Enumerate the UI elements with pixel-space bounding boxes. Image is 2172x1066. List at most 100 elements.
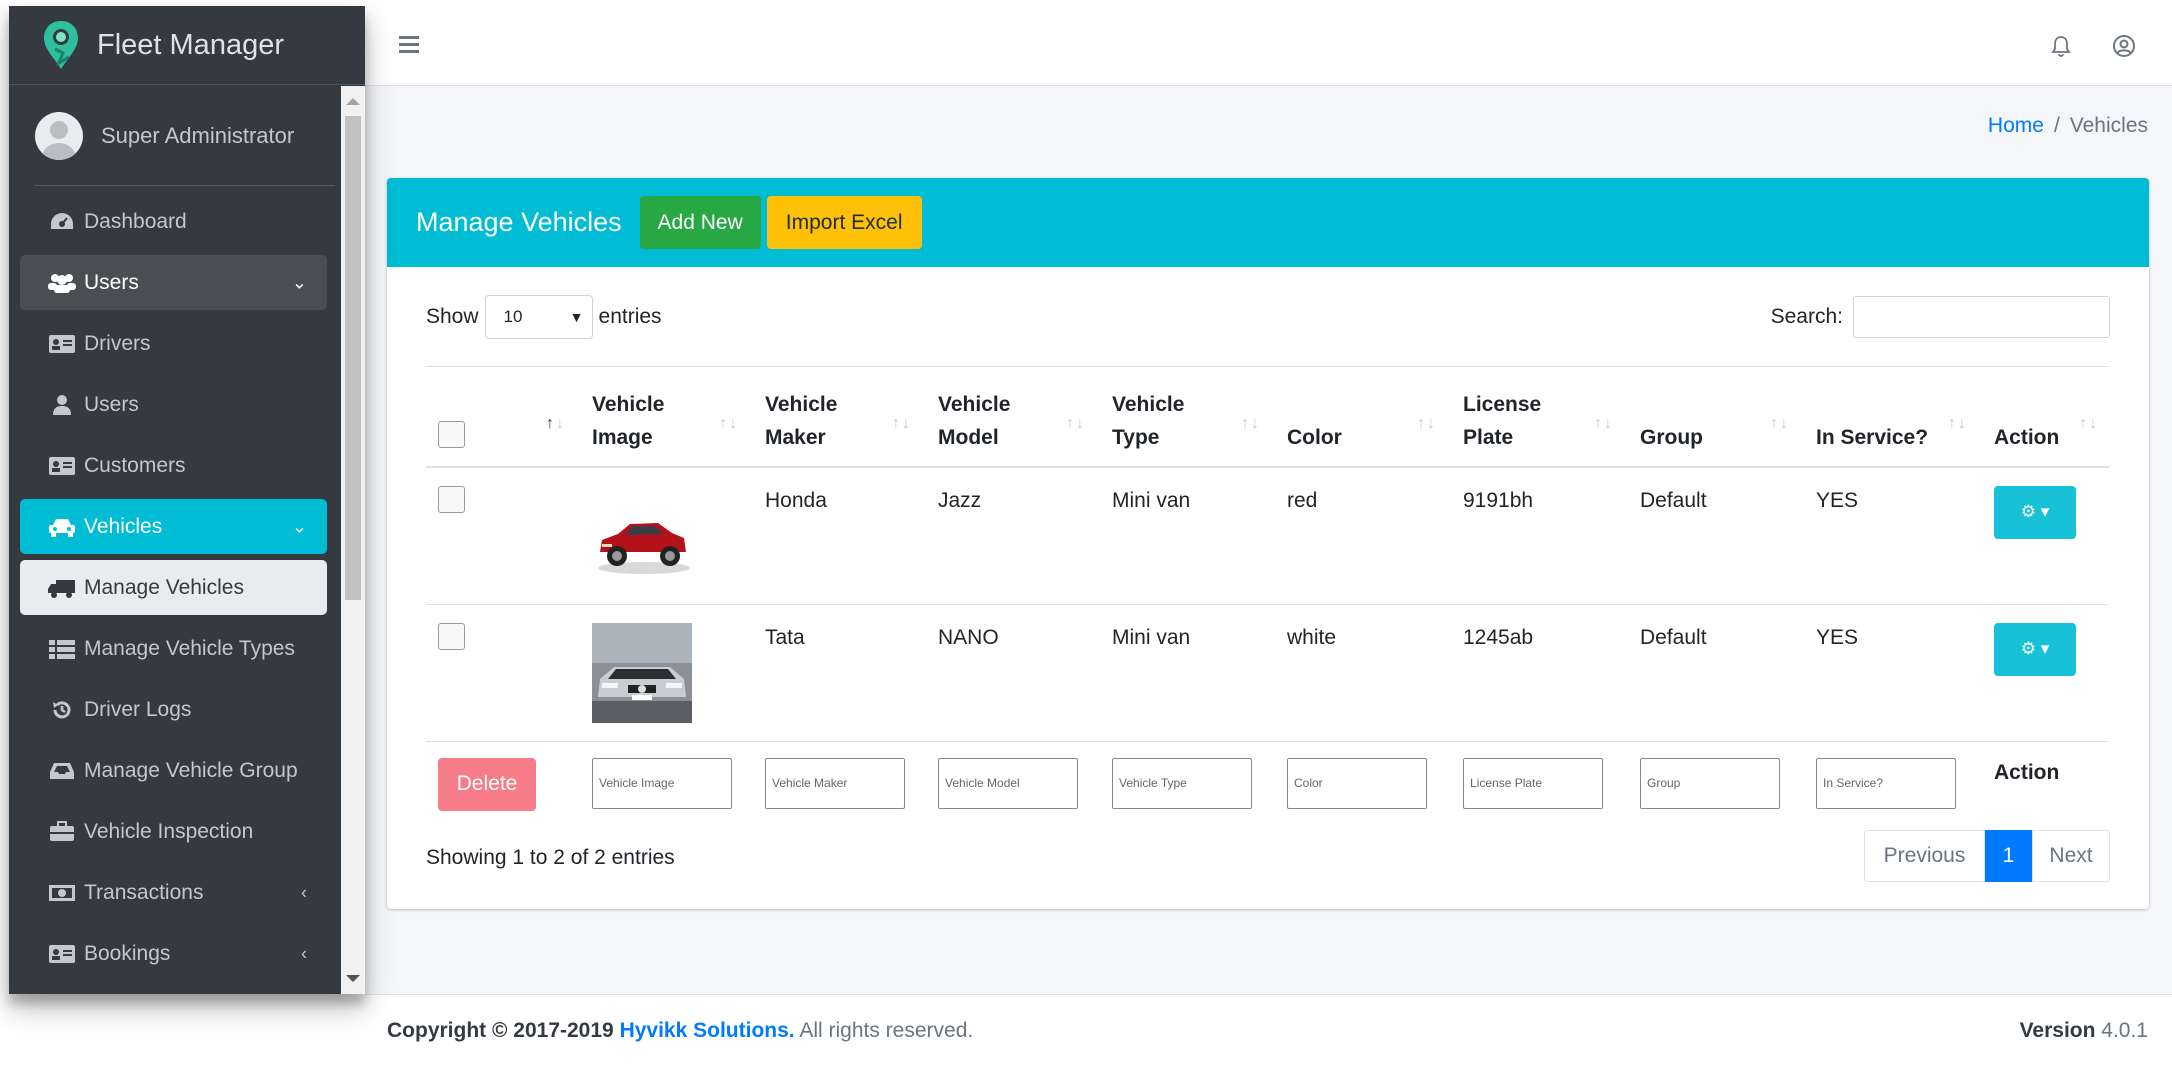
chevron-left-icon: ‹ xyxy=(301,882,307,902)
breadcrumb-home-link[interactable]: Home xyxy=(1988,114,2044,137)
column-header-group[interactable]: Group ↑↓ xyxy=(1628,366,1804,468)
row-select-cell xyxy=(426,466,580,604)
sort-icon[interactable]: ↑↓ xyxy=(1948,407,1968,440)
row-action-button[interactable]: ⚙ ▾ xyxy=(1994,622,2076,676)
sidebar-item-users-group[interactable]: Users ⌄ xyxy=(20,255,327,310)
scrollbar-thumb[interactable] xyxy=(345,116,361,600)
sidebar: Fleet Manager Super Administrator Dashbo… xyxy=(9,6,365,994)
filter-license-plate-input[interactable]: License Plate xyxy=(1463,757,1603,809)
filter-in-service-input[interactable]: In Service? xyxy=(1816,757,1956,809)
filter-vehicle-type-input[interactable]: Vehicle Type xyxy=(1112,757,1252,809)
user-circle-icon[interactable] xyxy=(2112,34,2136,58)
sidebar-item-label: Users xyxy=(84,270,139,294)
select-all-checkbox[interactable] xyxy=(438,420,465,448)
add-new-button[interactable]: Add New xyxy=(639,196,761,249)
sidebar-item-vehicles[interactable]: Vehicles ⌄ xyxy=(20,499,327,554)
sidebar-item-driver-logs[interactable]: Driver Logs xyxy=(20,682,327,737)
sidebar-item-label: Vehicle Inspection xyxy=(84,819,254,843)
money-icon xyxy=(46,881,78,905)
chevron-down-icon: ⌄ xyxy=(291,516,307,536)
sidebar-item-drivers[interactable]: Drivers xyxy=(20,316,327,371)
company-link[interactable]: Hyvikk Solutions. xyxy=(620,1019,795,1042)
column-header-license-plate[interactable]: License Plate ↑↓ xyxy=(1451,366,1628,468)
table-row: Honda Jazz Mini van red 9191bh Default Y… xyxy=(426,466,2109,604)
sort-icon[interactable]: ↑↓ xyxy=(1417,407,1437,440)
column-header-vehicle-maker[interactable]: Vehicle Maker ↑↓ xyxy=(753,366,926,468)
sidebar-item-users[interactable]: Users xyxy=(20,377,327,432)
column-header-vehicle-type[interactable]: Vehicle Type ↑↓ xyxy=(1100,366,1275,468)
sort-icon[interactable]: ↑↓ xyxy=(892,407,912,440)
sort-icon[interactable]: ↑↓ xyxy=(1241,407,1261,440)
version-number: 4.0.1 xyxy=(2101,1019,2148,1042)
sort-icon[interactable]: ↑↓ xyxy=(1594,407,1614,440)
entries-select[interactable]: 10 ▼ xyxy=(484,295,593,339)
list-icon xyxy=(46,637,78,661)
briefcase-icon xyxy=(46,820,78,844)
footer: Copyright © 2017-2019 Hyvikk Solutions. … xyxy=(365,994,2172,1066)
pagination: Previous 1 Next xyxy=(1864,830,2110,882)
sidebar-item-customers[interactable]: Customers xyxy=(20,438,327,493)
in-service-cell: YES xyxy=(1804,466,1982,604)
filter-vehicle-image-input[interactable]: Vehicle Image xyxy=(592,757,732,809)
bell-icon[interactable] xyxy=(2050,34,2072,58)
sidebar-item-bookings[interactable]: Bookings ‹ xyxy=(20,926,327,981)
vehicles-card: Manage Vehicles Add New Import Excel Sho… xyxy=(387,178,2149,909)
filter-vehicle-maker-input[interactable]: Vehicle Maker xyxy=(765,757,905,809)
scroll-up-icon[interactable] xyxy=(346,98,360,105)
filter-cell: Vehicle Maker xyxy=(753,740,926,851)
sidebar-item-manage-vehicle-types[interactable]: Manage Vehicle Types xyxy=(20,621,327,676)
sort-icon[interactable]: ↑↓ xyxy=(1066,407,1086,440)
column-header-color[interactable]: Color ↑↓ xyxy=(1275,366,1451,468)
scroll-down-icon[interactable] xyxy=(346,975,360,982)
chevron-left-icon: ‹ xyxy=(301,943,307,963)
sidebar-item-transactions[interactable]: Transactions ‹ xyxy=(20,865,327,920)
vehicle-type-cell: Mini van xyxy=(1100,603,1275,741)
sidebar-scrollbar[interactable] xyxy=(341,86,365,994)
filter-cell: Vehicle Image xyxy=(580,740,753,851)
select-all-header[interactable]: ↑↓ xyxy=(426,366,580,468)
action-cell: ⚙ ▾ xyxy=(1982,466,2109,604)
page-1-button[interactable]: 1 xyxy=(1985,830,2032,882)
row-checkbox[interactable] xyxy=(438,485,465,513)
row-action-button[interactable]: ⚙ ▾ xyxy=(1994,485,2076,539)
user-panel[interactable]: Super Administrator xyxy=(35,86,335,186)
filter-group-input[interactable]: Group xyxy=(1640,757,1780,809)
row-checkbox[interactable] xyxy=(438,622,465,650)
sidebar-item-manage-vehicle-group[interactable]: Manage Vehicle Group xyxy=(20,743,327,798)
license-plate-cell: 9191bh xyxy=(1451,466,1628,604)
sort-icon[interactable]: ↑↓ xyxy=(1770,407,1790,440)
caret-down-icon: ▾ xyxy=(2040,502,2050,521)
sidebar-item-label: Driver Logs xyxy=(84,697,192,721)
column-header-vehicle-model[interactable]: Vehicle Model ↑↓ xyxy=(926,366,1100,468)
sidebar-item-label: Manage Vehicles xyxy=(84,575,244,599)
caret-down-icon: ▾ xyxy=(2040,639,2050,658)
vehicle-type-cell: Mini van xyxy=(1100,466,1275,604)
breadcrumb: Home / Vehicles xyxy=(1988,114,2148,138)
import-excel-button[interactable]: Import Excel xyxy=(766,196,922,249)
filter-vehicle-model-input[interactable]: Vehicle Model xyxy=(938,757,1078,809)
column-header-action[interactable]: Action ↑↓ xyxy=(1982,366,2109,468)
red-car-image xyxy=(592,485,692,586)
menu-toggle-icon[interactable] xyxy=(399,36,419,54)
card-title: Manage Vehicles xyxy=(416,207,622,237)
search-input[interactable] xyxy=(1853,296,2110,338)
next-page-button[interactable]: Next xyxy=(2032,830,2110,882)
sidebar-item-label: Drivers xyxy=(84,331,151,355)
filter-cell: Vehicle Model xyxy=(926,740,1100,851)
sort-icon[interactable]: ↑↓ xyxy=(2079,407,2099,440)
sort-icon[interactable]: ↑↓ xyxy=(719,407,739,440)
delete-button[interactable]: Delete xyxy=(438,757,536,811)
show-label: Show xyxy=(426,305,479,328)
sidebar-item-label: Users xyxy=(84,392,139,416)
breadcrumb-separator: / xyxy=(2053,114,2060,137)
previous-page-button[interactable]: Previous xyxy=(1864,830,1985,882)
sidebar-item-manage-vehicles[interactable]: Manage Vehicles xyxy=(20,560,327,615)
column-header-vehicle-image[interactable]: Vehicle Image ↑↓ xyxy=(580,366,753,468)
filter-color-input[interactable]: Color xyxy=(1287,757,1427,809)
filter-cell: Color xyxy=(1275,740,1451,851)
brand-link[interactable]: Fleet Manager xyxy=(9,6,365,85)
column-header-in-service[interactable]: In Service? ↑↓ xyxy=(1804,366,1982,468)
sort-icon[interactable]: ↑↓ xyxy=(546,407,566,440)
sidebar-item-dashboard[interactable]: Dashboard xyxy=(20,194,327,249)
sidebar-item-vehicle-inspection[interactable]: Vehicle Inspection xyxy=(20,804,327,859)
